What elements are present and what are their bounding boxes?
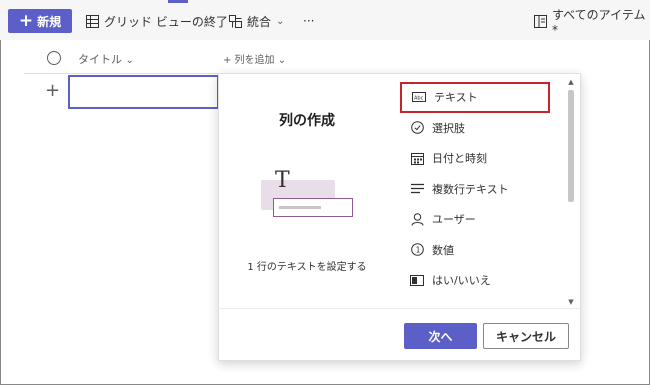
chevron-down-icon: ⌄	[277, 55, 287, 66]
text-field-icon: Abc	[412, 90, 426, 104]
view-icon	[534, 14, 547, 28]
integrate-menu-button[interactable]: 統合 ⌄	[229, 9, 284, 33]
select-all-radio[interactable]	[47, 51, 61, 65]
exit-grid-view-label: グリッド ビューの終了	[104, 14, 228, 29]
option-label: ユーザー	[432, 213, 476, 227]
cancel-button[interactable]: キャンセル	[483, 323, 569, 349]
more-label: ···	[303, 14, 315, 28]
option-label: 複数行テキスト	[432, 182, 509, 196]
option-yes-no[interactable]: はい/いいえ	[398, 265, 565, 296]
view-selector[interactable]: すべてのアイテム*	[534, 8, 650, 37]
chevron-down-icon: ⌄	[276, 15, 285, 27]
option-user[interactable]: ユーザー	[398, 204, 565, 235]
scroll-up-arrow-icon[interactable]: ▲	[567, 78, 575, 86]
person-icon	[410, 212, 424, 226]
calendar-icon	[410, 151, 424, 165]
new-button[interactable]: + 新規	[8, 9, 72, 33]
list-header-row: タイトル ⌄ + 列を追加 ⌄	[24, 44, 334, 74]
scrollbar-thumb[interactable]	[568, 90, 574, 202]
svg-text:1: 1	[415, 246, 420, 255]
option-date-time[interactable]: 日付と時刻	[398, 143, 565, 174]
integrate-label: 統合	[247, 14, 272, 29]
view-label: すべてのアイテム*	[552, 7, 646, 37]
title-column-header[interactable]: タイトル ⌄	[78, 51, 134, 67]
exit-grid-view-button[interactable]: グリッド ビューの終了	[86, 9, 228, 33]
choice-check-icon	[410, 121, 424, 135]
add-row-icon[interactable]: +	[45, 82, 60, 100]
option-text[interactable]: Abc テキスト	[400, 82, 550, 113]
text-column-illustration-icon: T	[259, 168, 355, 222]
plus-icon: +	[18, 10, 34, 31]
panel-title: 列の作成	[279, 113, 335, 129]
option-choice[interactable]: 選択肢	[398, 113, 565, 144]
option-label: 日付と時刻	[432, 152, 487, 166]
number-icon: 1	[410, 243, 424, 257]
yes-no-toggle-icon	[410, 273, 424, 287]
title-column-label: タイトル	[78, 53, 122, 66]
next-button[interactable]: 次へ	[404, 323, 477, 349]
create-column-panel: 列の作成 T 1 行のテキストを設定する Abc テキスト 選択肢 日付と時刻	[218, 73, 582, 362]
options-scrollbar[interactable]: ▲ ▼	[567, 78, 575, 306]
command-bar: + 新規 グリッド ビューの終了 統合 ⌄ ··· すべてのアイテム*	[0, 0, 650, 40]
option-multiline-text[interactable]: 複数行テキスト	[398, 174, 565, 205]
svg-text:Abc: Abc	[414, 96, 424, 102]
panel-footer: 次へ キャンセル	[219, 308, 582, 362]
option-label: テキスト	[434, 91, 478, 105]
option-label: はい/いいえ	[432, 274, 491, 288]
tab-indicator	[168, 0, 188, 3]
integrate-icon	[229, 14, 242, 28]
column-type-list: Abc テキスト 選択肢 日付と時刻 複数行テキスト ユーザー 1 数値 はい/…	[398, 82, 565, 304]
column-type-preview: 列の作成 T 1 行のテキストを設定する	[219, 74, 395, 308]
grid-icon	[86, 14, 99, 28]
preview-description: 1 行のテキストを設定する	[247, 262, 367, 273]
add-column-label: + 列を追加	[223, 55, 275, 66]
option-number[interactable]: 1 数値	[398, 235, 565, 266]
more-actions-button[interactable]: ···	[303, 9, 314, 33]
scroll-down-arrow-icon[interactable]: ▼	[567, 298, 575, 306]
multiline-text-icon	[410, 182, 424, 196]
add-column-header[interactable]: + 列を追加 ⌄	[223, 51, 286, 66]
new-button-label: 新規	[37, 14, 62, 29]
option-label: 数値	[432, 243, 454, 257]
title-cell-input[interactable]	[68, 75, 219, 109]
chevron-down-icon: ⌄	[125, 55, 134, 66]
option-label: 選択肢	[432, 121, 465, 135]
